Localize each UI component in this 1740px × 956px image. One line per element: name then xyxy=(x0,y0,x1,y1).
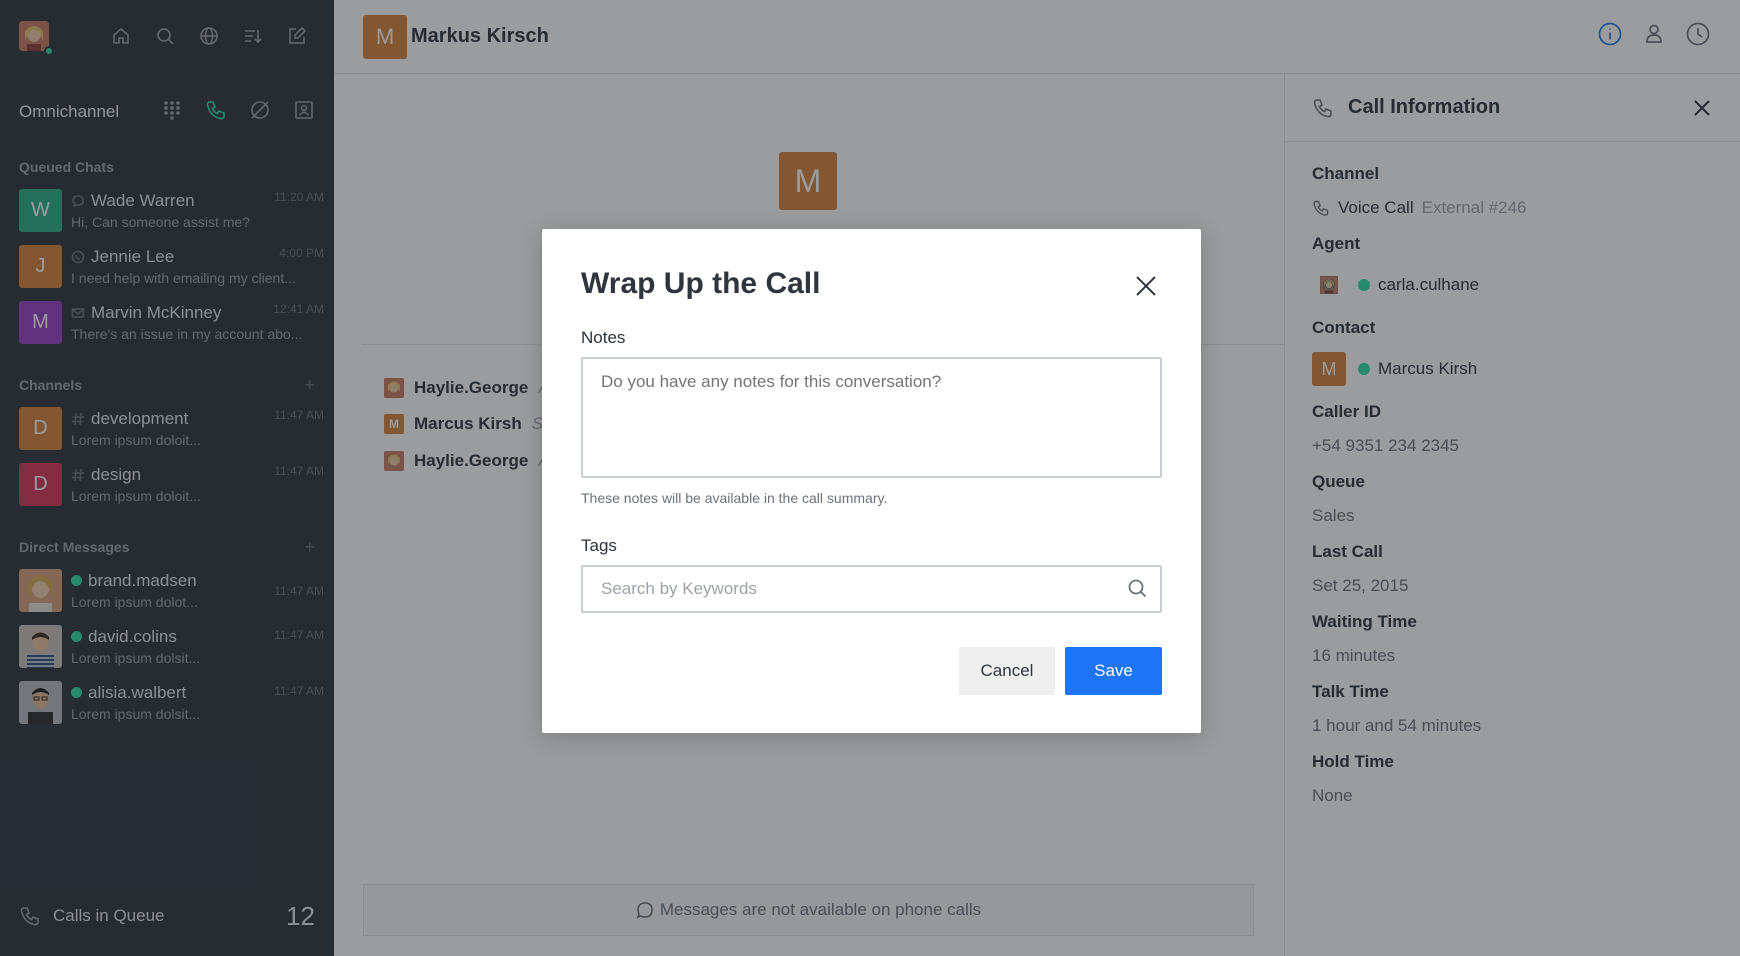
tags-label: Tags xyxy=(581,536,617,555)
cancel-button[interactable]: Cancel xyxy=(959,647,1055,695)
modal-title: Wrap Up the Call xyxy=(581,267,821,300)
notes-label: Notes xyxy=(581,328,626,347)
wrap-up-modal: Wrap Up the Call Notes These notes will … xyxy=(542,229,1201,733)
save-button[interactable]: Save xyxy=(1065,647,1162,695)
tags-search-input[interactable] xyxy=(581,565,1162,613)
notes-textarea[interactable] xyxy=(581,357,1162,478)
modal-actions: Cancel Save xyxy=(959,647,1162,695)
close-icon[interactable] xyxy=(1133,273,1159,299)
notes-help-text: These notes will be available in the cal… xyxy=(581,490,888,506)
tags-field xyxy=(581,565,1162,613)
search-icon xyxy=(1126,577,1148,599)
